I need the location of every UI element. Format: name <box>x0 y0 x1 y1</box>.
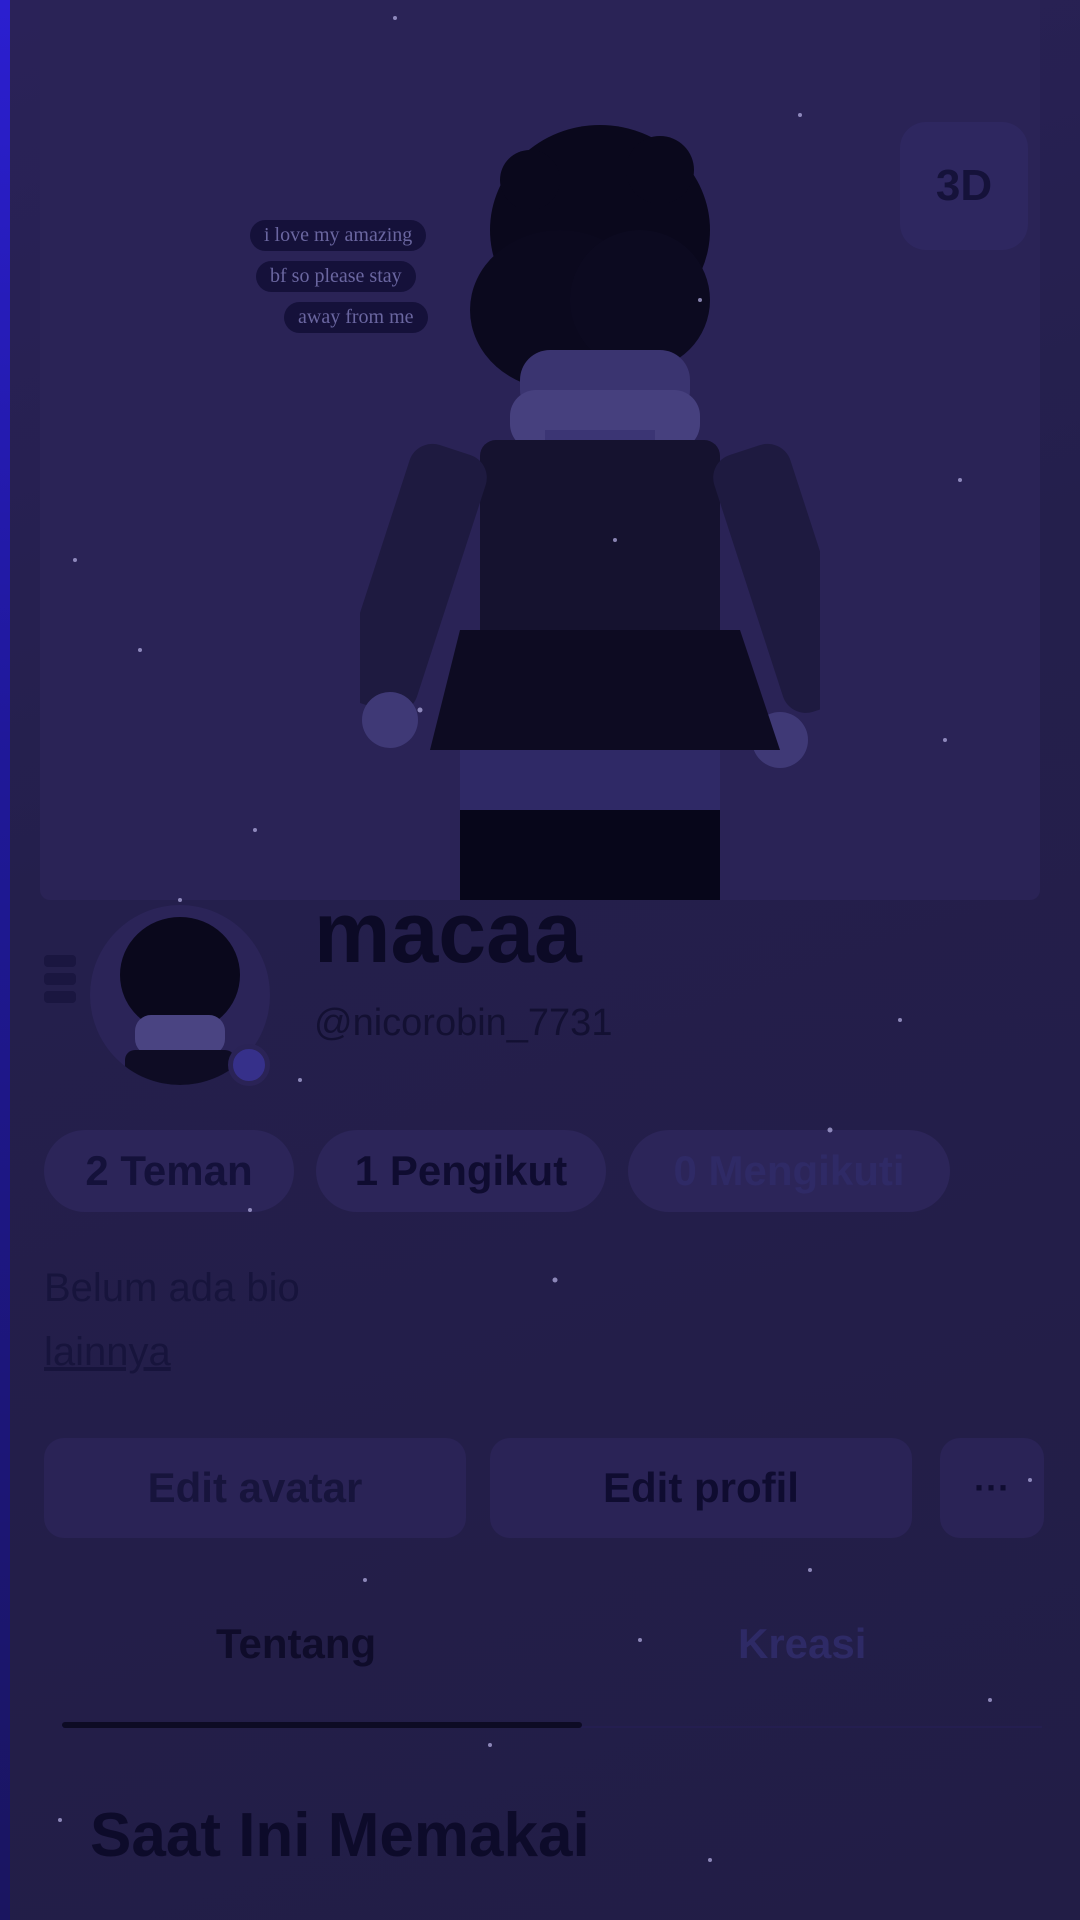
profile-screen: i love my amazing bf so please stay away… <box>0 0 1080 1920</box>
toggle-3d-button[interactable]: 3D <box>900 122 1028 250</box>
followers-count-button[interactable]: 1 Pengikut <box>316 1130 606 1212</box>
edit-avatar-button[interactable]: Edit avatar <box>44 1438 466 1538</box>
active-tab-indicator <box>62 1722 582 1728</box>
tab-about[interactable]: Tentang <box>216 1620 376 1668</box>
headshot-chat-icon <box>44 955 76 1009</box>
tab-creations[interactable]: Kreasi <box>738 1620 866 1668</box>
edge-glow <box>0 0 10 1920</box>
username: @nicorobin_7731 <box>314 1002 613 1044</box>
display-name: macaa <box>314 885 582 981</box>
edit-profile-button[interactable]: Edit profil <box>490 1438 912 1538</box>
bio-text: Belum ada bio <box>44 1266 300 1310</box>
avatar-figure <box>360 125 820 900</box>
more-options-button[interactable]: ··· <box>940 1438 1044 1538</box>
more-link[interactable]: lainnya <box>44 1330 171 1375</box>
section-title-currently-wearing: Saat Ini Memakai <box>90 1801 590 1870</box>
online-status-icon <box>228 1044 270 1086</box>
following-count-button[interactable]: 0 Mengikuti <box>628 1130 950 1212</box>
friends-count-button[interactable]: 2 Teman <box>44 1130 294 1212</box>
